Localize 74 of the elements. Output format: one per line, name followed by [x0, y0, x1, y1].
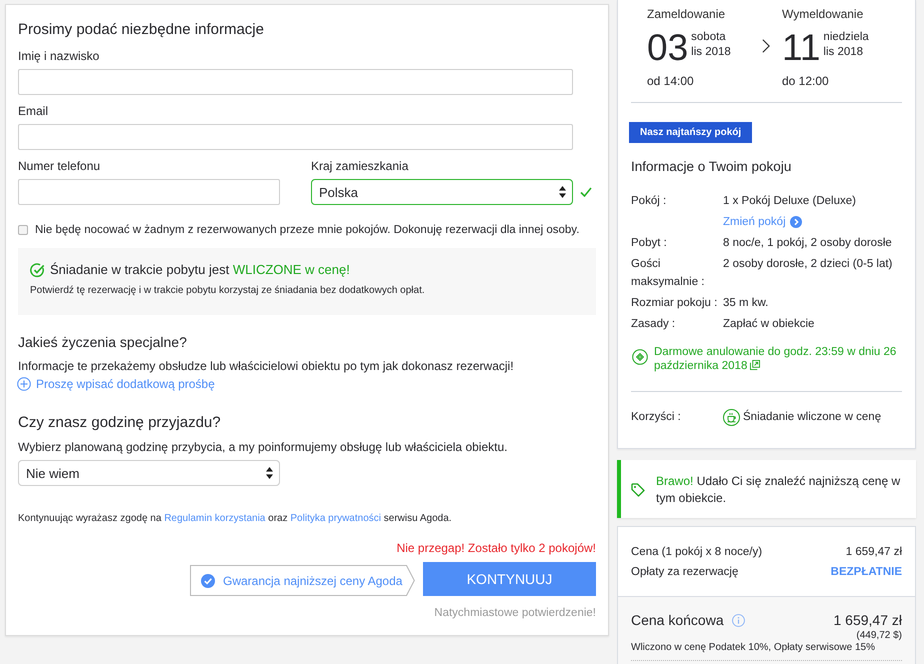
tag-icon: [631, 483, 645, 497]
notice-subtext: Potwierdź tę rezerwację i w trakcie pobytu korzystaj ze śniadania bez dodatkowych opłat.: [30, 284, 425, 298]
confirmation-note: Natychmiastowe potwierdzenie!: [434, 606, 596, 620]
room-info-heading: Informacje o Twoim pokoju: [631, 158, 792, 176]
month-text: lis 2018: [691, 45, 731, 60]
checkbox[interactable]: [18, 225, 28, 235]
price-label: Opłaty za rezerwację: [631, 565, 738, 580]
info-icon: [732, 614, 745, 626]
converted-amount: (449,72 $): [856, 630, 902, 641]
info-label: Rozmiar pokoju :: [631, 296, 718, 311]
section-text: Wybierz planowaną godzinę przybycia, a my poinformujemy obsługę lub właściciela obiektu.: [18, 439, 508, 455]
check-circle-icon: [201, 574, 215, 588]
info-value: 2 osoby dorosłe, 2 dzieci (0-5 lat): [723, 257, 892, 272]
date-label: Wymeldowanie: [782, 6, 864, 22]
price-label: Cena (1 pokój x 8 noce/y): [631, 545, 762, 560]
chevron-circle-icon: [790, 216, 802, 228]
form-heading: Prosimy podać niezbędne informacje: [18, 20, 264, 40]
info-value: Zapłać w obiekcie: [723, 317, 814, 332]
name-input[interactable]: [18, 69, 573, 95]
guarantee-text: Gwarancja najniższej ceny Agoda: [223, 574, 402, 588]
day-number: 11: [782, 28, 820, 68]
add-request-link[interactable]: Proszę wpisać dodatkową prośbę: [17, 375, 215, 393]
taxes-note: Wliczono w cenę Podatek 10%, Opłaty serwisowe 15%: [631, 641, 902, 661]
cup-circle-icon: [723, 408, 740, 426]
check-icon: [580, 187, 592, 197]
check-circle-icon: [30, 262, 45, 278]
weekday-text: niedziela: [823, 30, 869, 45]
info-label: Korzyści :: [631, 410, 682, 425]
change-room-link[interactable]: Zmień pokój: [723, 213, 802, 231]
day-number: 03: [647, 28, 688, 68]
urgency-message: Nie przegap! Zostało tylko 2 pokojów!: [396, 540, 596, 556]
total-label: Cena końcowa: [631, 611, 724, 630]
section-text: Informacje te przekażemy obsłudze lub właścicielowi obiektu po tym jak dokonasz rezerwacji!: [18, 358, 514, 374]
consent-link[interactable]: Regulamin korzystania: [164, 513, 266, 524]
time-text: do 12:00: [782, 73, 829, 89]
price-value: BEZPŁATNIE: [830, 565, 902, 580]
promo-text: Brawo! Udało Ci się znaleźć najniższą cenę w tym obiekcie.: [656, 473, 902, 507]
weekday-text: sobota: [691, 30, 726, 45]
info-value: 35 m kw.: [723, 296, 768, 311]
month-text: lis 2018: [823, 45, 864, 60]
total-amount: 1 659,47 zł: [834, 611, 902, 630]
arrival-time-select[interactable]: Nie wiem: [18, 460, 280, 486]
phone-input[interactable]: [18, 179, 280, 205]
info-label: Pobyt :: [631, 236, 668, 251]
field-label: Email: [18, 103, 48, 119]
plus-circle-icon: [17, 377, 31, 391]
section-heading: Jakieś życzenia specjalne?: [18, 333, 187, 351]
notice-text: Śniadanie w trakcie pobytu jest WLICZONE w cenę!: [50, 262, 350, 278]
diamond-circle-icon: [632, 349, 648, 365]
country-select[interactable]: Polska: [311, 179, 573, 205]
consent-link[interactable]: Polityka prywatności: [290, 513, 381, 524]
consent-text: Kontynuując wyrażasz zgodę na Regulamin korzystania oraz Polityka prywatności serwisu Agoda.: [18, 512, 452, 526]
continue-button[interactable]: KONTYNUUJ: [423, 562, 596, 596]
info-label: Gości maksymalnie :: [631, 257, 706, 290]
time-text: od 14:00: [647, 73, 694, 89]
chevron-right-icon: [762, 38, 770, 54]
email-input[interactable]: [18, 124, 573, 150]
field-label: Imię i nazwisko: [18, 48, 100, 64]
checkbox-label: Nie będę nocować w żadnym z rezerwowanych przeze mnie pokojów. Dokonuję rezerwacji dla innej osoby.: [35, 223, 580, 238]
field-label: Numer telefonu: [18, 158, 100, 174]
info-value: 1 x Pokój Deluxe (Deluxe): [723, 194, 856, 209]
info-value: 8 noc/e, 1 pokój, 2 osoby dorosłe: [723, 236, 892, 251]
select-arrows-icon: [559, 186, 566, 198]
external-link-icon[interactable]: [750, 360, 760, 370]
date-label: Zameldowanie: [647, 6, 726, 22]
field-label: Kraj zamieszkania: [311, 158, 408, 174]
select-arrows-icon: [266, 467, 273, 479]
benefit-text: Śniadanie wliczone w cenę: [743, 408, 882, 425]
price-value: 1 659,47 zł: [846, 545, 902, 560]
info-label: Zasady :: [631, 317, 676, 332]
cheapest-room-badge: Nasz najtańszy pokój: [629, 122, 752, 143]
info-label: Pokój :: [631, 194, 668, 209]
section-heading: Czy znasz godzinę przyjazdu?: [18, 413, 221, 433]
cancellation-text: Darmowe anulowanie do godz. 23:59 w dniu 26 października 2018: [654, 345, 898, 373]
